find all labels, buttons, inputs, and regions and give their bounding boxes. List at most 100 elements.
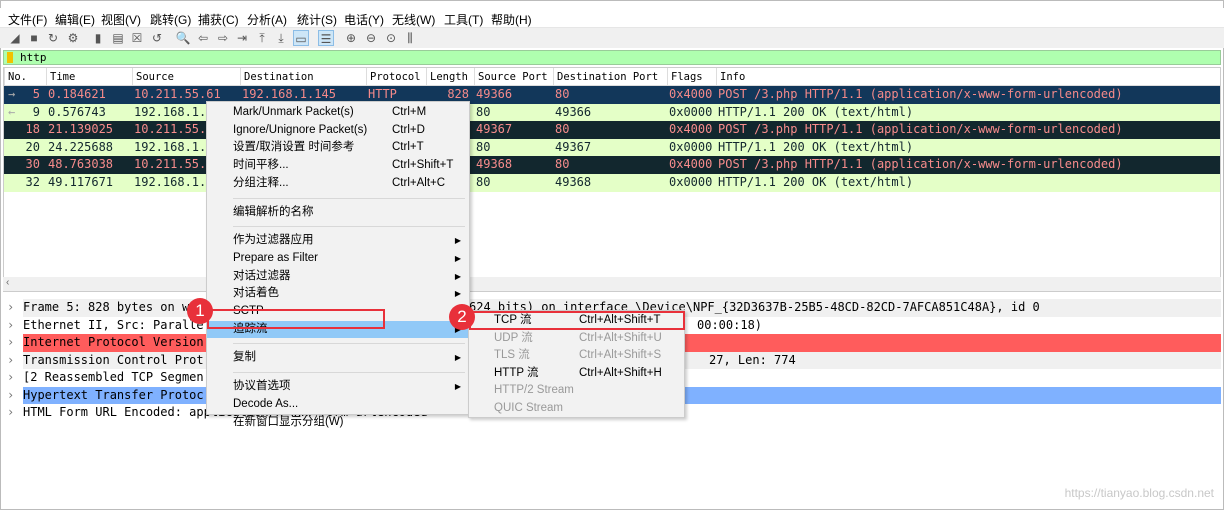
packet-src: 10.211.55. [134, 122, 207, 137]
expand-chevron-icon[interactable]: › [7, 334, 14, 352]
expand-chevron-icon[interactable]: › [7, 387, 14, 405]
packet-row[interactable]: 5 0.184621 10.211.55.61 192.168.1.145 HTTP 82… [4, 86, 1220, 104]
menu-3[interactable]: 跳转(G) [150, 11, 191, 28]
main-toolbar: ◢ ■ ↻ ⚙ ▮ ▤ ☒ ↺ 🔍 ⇦ ⇨ ⇥ ⤒ ⤓ ▭ ☰ ⊕ ⊖ ⊙ ⫼ [0, 28, 1224, 48]
column-header-no-[interactable]: No. [4, 68, 27, 85]
expand-chevron-icon[interactable]: › [7, 352, 14, 370]
zoom-in-icon[interactable]: ⊕ [343, 30, 359, 46]
menu-item-shortcut: Ctrl+T [392, 141, 424, 154]
menu-item-label: 编辑解析的名称 [233, 205, 314, 218]
menu-9[interactable]: 工具(T) [444, 11, 483, 28]
submenu-item[interactable]: HTTP 流 Ctrl+Alt+Shift+H [469, 365, 684, 383]
first-packet-icon[interactable]: ⤒ [254, 30, 270, 46]
menu-2[interactable]: 视图(V) [101, 11, 141, 28]
packet-row[interactable]: 18 21.139025 10.211.55. 49367 80 0x4000 POST /… [4, 121, 1220, 139]
menu-1[interactable]: 编辑(E) [55, 11, 95, 28]
context-menu-item[interactable]: 对话着色 ▶ [207, 285, 469, 303]
menu-5[interactable]: 分析(A) [247, 11, 287, 28]
column-header-time[interactable]: Time [46, 68, 75, 85]
menu-6[interactable]: 统计(S) [297, 11, 337, 28]
context-menu-item[interactable]: Ignore/Unignore Packet(s) Ctrl+D [207, 122, 469, 140]
packet-sport: 49367 [476, 122, 513, 137]
packet-row[interactable]: 32 49.117671 192.168.1. 80 49368 0x0000 HTTP/1… [4, 174, 1220, 192]
menu-10[interactable]: 帮助(H) [491, 11, 532, 28]
packet-time: 49.117671 [48, 175, 114, 189]
context-menu-item[interactable]: Prepare as Filter ▶ [207, 250, 469, 268]
menu-item-label: UDP 流 [494, 331, 533, 344]
context-menu-item[interactable]: 复制 ▶ [207, 349, 469, 367]
context-menu-item[interactable]: 对话过滤器 ▶ [207, 268, 469, 286]
context-menu-item[interactable]: Decode As... [207, 396, 469, 414]
go-to-packet-icon[interactable]: ⇥ [234, 30, 250, 46]
menu-4[interactable]: 捕获(C) [198, 11, 239, 28]
packet-row[interactable]: 9 0.576743 192.168.1. 80 49366 0x0000 HTTP/1.1… [4, 103, 1220, 122]
packet-no: 20 [25, 139, 40, 154]
context-menu-item[interactable]: 在新窗口显示分组(W) [207, 414, 469, 432]
last-packet-icon[interactable]: ⤓ [273, 30, 289, 46]
expand-chevron-icon[interactable]: › [7, 404, 14, 422]
close-file-icon[interactable]: ☒ [129, 30, 145, 46]
packet-row[interactable]: 30 48.763038 10.211.55. 49368 80 0x4000 POST /… [4, 156, 1220, 174]
menu-separator [233, 197, 465, 199]
expand-chevron-icon[interactable]: › [7, 369, 14, 387]
column-header-destination[interactable]: Destination [240, 68, 314, 85]
zoom-out-icon[interactable]: ⊖ [363, 30, 379, 46]
reload-icon[interactable]: ↺ [149, 30, 165, 46]
column-header-protocol[interactable]: Protocol [366, 68, 421, 85]
menu-item-label: 作为过滤器应用 [233, 234, 314, 247]
context-menu-item[interactable]: 编辑解析的名称 [207, 204, 469, 222]
detail-text: [2 Reassembled TCP Segmen [23, 370, 204, 384]
submenu-item[interactable]: QUIC Stream [469, 400, 684, 418]
colorize-icon[interactable]: ☰ [318, 30, 334, 46]
column-header-destination-port[interactable]: Destination Port [553, 68, 658, 85]
autoscroll-icon[interactable]: ▭ [293, 30, 309, 46]
menu-item-shortcut: Ctrl+Alt+C [392, 176, 446, 189]
context-menu-item[interactable]: 分组注释... Ctrl+Alt+C [207, 175, 469, 193]
open-file-icon[interactable]: ▮ [90, 30, 106, 46]
context-menu-item[interactable]: Mark/Unmark Packet(s) Ctrl+M [207, 104, 469, 122]
expand-chevron-icon[interactable]: › [7, 299, 14, 317]
context-menu-item[interactable]: 作为过滤器应用 ▶ [207, 232, 469, 250]
menu-item-label: QUIC Stream [494, 402, 564, 414]
find-packet-icon[interactable]: 🔍 [175, 30, 191, 46]
submenu-item[interactable]: UDP 流 Ctrl+Alt+Shift+U [469, 330, 684, 348]
submenu-item[interactable]: TLS 流 Ctrl+Alt+Shift+S [469, 347, 684, 365]
packet-flags: 0x4000 [669, 122, 713, 137]
expand-chevron-icon[interactable]: › [7, 317, 14, 335]
context-menu-item[interactable]: 时间平移... Ctrl+Shift+T [207, 157, 469, 175]
horizontal-scrollbar[interactable]: ‹ [3, 277, 1221, 291]
restart-capture-icon[interactable]: ↻ [45, 30, 61, 46]
column-header-source[interactable]: Source [132, 68, 174, 85]
context-menu-item[interactable]: 协议首选项 ▶ [207, 378, 469, 396]
menu-8[interactable]: 无线(W) [392, 11, 435, 28]
stop-capture-icon[interactable]: ■ [26, 30, 42, 46]
display-filter-input[interactable]: http [3, 50, 1221, 65]
menu-separator [233, 226, 465, 228]
column-header-info[interactable]: Info [716, 68, 745, 85]
capture-options-icon[interactable]: ⚙ [65, 30, 81, 46]
menu-7[interactable]: 电话(Y) [344, 11, 384, 28]
zoom-reset-icon[interactable]: ⊙ [383, 30, 399, 46]
packet-row[interactable]: 20 24.225688 192.168.1. 80 49367 0x0000 HTTP/1… [4, 138, 1220, 157]
column-header-flags[interactable]: Flags [667, 68, 703, 85]
packet-no: 32 [25, 175, 40, 189]
go-back-icon[interactable]: ⇦ [195, 30, 211, 46]
go-forward-icon[interactable]: ⇨ [215, 30, 231, 46]
filter-bookmark-icon[interactable] [7, 52, 13, 63]
packet-list: No. Time Source Destination Protocol Length So… [3, 67, 1221, 292]
packet-dport: 49366 [555, 104, 592, 119]
context-menu-item[interactable]: 设置/取消设置 时间参考 Ctrl+T [207, 139, 469, 157]
menu-0[interactable]: 文件(F) [8, 11, 47, 28]
resize-columns-icon[interactable]: ⫼ [402, 30, 418, 46]
start-capture-icon[interactable]: ◢ [7, 30, 23, 46]
submenu-item[interactable]: HTTP/2 Stream [469, 382, 684, 400]
submenu-arrow-icon: ▶ [454, 253, 461, 263]
watermark: https://tianyao.blog.csdn.net [1064, 486, 1214, 500]
column-header-length[interactable]: Length [426, 68, 468, 85]
packet-sport: 80 [476, 104, 491, 119]
packet-no: 9 [32, 104, 40, 119]
packet-list-header: No. Time Source Destination Protocol Length So… [4, 68, 1220, 86]
highlight-box-follow-stream [207, 309, 385, 329]
column-header-source-port[interactable]: Source Port [474, 68, 548, 85]
save-file-icon[interactable]: ▤ [110, 30, 126, 46]
